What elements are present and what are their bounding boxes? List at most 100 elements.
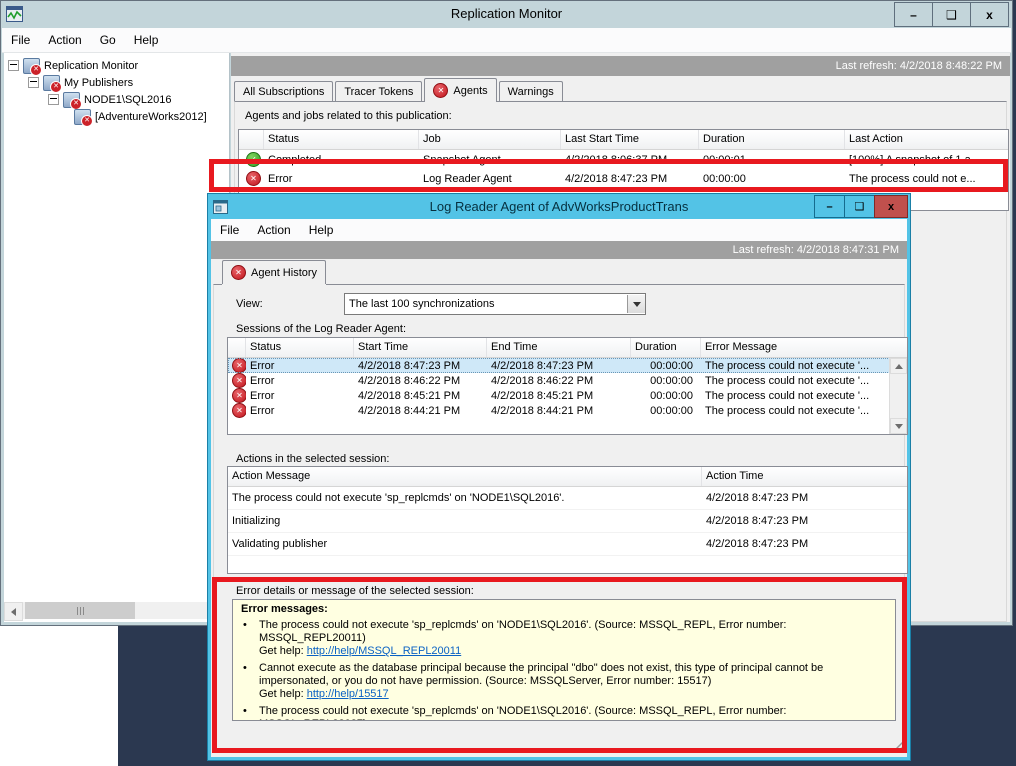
desktop-white-area xyxy=(0,622,118,766)
tree-node-replication-monitor[interactable]: ✕ Replication Monitor xyxy=(4,57,229,74)
column-duration[interactable]: Duration xyxy=(631,338,701,357)
bullet-icon: • xyxy=(241,662,259,701)
tab-agent-history[interactable]: ✕ Agent History xyxy=(222,260,326,284)
action-row[interactable]: Initializing 4/2/2018 8:47:23 PM xyxy=(228,510,907,533)
collapse-icon[interactable] xyxy=(8,60,19,71)
cell-start-time: 4/2/2018 8:44:21 PM xyxy=(354,405,487,417)
menu-file[interactable]: File xyxy=(211,220,248,240)
agent-window-body: ✕ Agent History View: The last 100 synch… xyxy=(211,259,907,757)
cell-status: Error xyxy=(246,390,354,402)
agent-titlebar[interactable]: Log Reader Agent of AdvWorksProductTrans… xyxy=(208,194,910,219)
agents-table-header: Status Job Last Start Time Duration Last… xyxy=(239,130,1008,150)
menu-file[interactable]: File xyxy=(2,30,39,50)
action-row[interactable]: Validating publisher 4/2/2018 8:47:23 PM xyxy=(228,533,907,556)
column-duration[interactable]: Duration xyxy=(699,130,845,149)
menu-action[interactable]: Action xyxy=(39,30,90,50)
cell-duration: 00:00:00 xyxy=(631,360,701,372)
sessions-vertical-scrollbar[interactable] xyxy=(889,358,907,434)
collapse-icon[interactable] xyxy=(28,77,39,88)
cell-status: Error xyxy=(246,360,354,372)
close-icon[interactable]: x xyxy=(970,2,1009,27)
session-row[interactable]: ✕ Error 4/2/2018 8:45:21 PM 4/2/2018 8:4… xyxy=(228,388,890,403)
cell-job: Snapshot Agent xyxy=(419,154,561,166)
agent-last-refresh-text: Last refresh: 4/2/2018 8:47:31 PM xyxy=(733,244,899,256)
close-icon[interactable]: x xyxy=(874,195,908,218)
cell-status: Error xyxy=(264,173,419,185)
error-icon: ✕ xyxy=(232,358,246,373)
menu-help[interactable]: Help xyxy=(125,30,168,50)
tree-node-server[interactable]: ✕ NODE1\SQL2016 xyxy=(4,91,229,108)
cell-end-time: 4/2/2018 8:44:21 PM xyxy=(487,405,631,417)
cell-error-message: The process could not execute '... xyxy=(701,360,890,372)
publishers-node-icon: ✕ xyxy=(43,75,60,91)
cell-last-action: The process could not e... xyxy=(845,173,1008,185)
minimize-icon[interactable]: – xyxy=(894,2,933,27)
main-tabstrip: All Subscriptions Tracer Tokens ✕ Agents… xyxy=(234,80,565,102)
view-dropdown[interactable]: The last 100 synchronizations xyxy=(344,293,646,315)
tab-warnings[interactable]: Warnings xyxy=(499,81,563,102)
cell-last-start: 4/2/2018 8:06:37 PM xyxy=(561,154,699,166)
minimize-icon[interactable]: – xyxy=(814,195,845,218)
menu-action[interactable]: Action xyxy=(248,220,299,240)
tree-node-my-publishers[interactable]: ✕ My Publishers xyxy=(4,74,229,91)
get-help-label: Get help: xyxy=(259,688,307,700)
cell-duration: 00:00:00 xyxy=(631,390,701,402)
error-message-text: The process could not execute 'sp_replcm… xyxy=(259,619,786,644)
column-status[interactable]: Status xyxy=(264,130,419,149)
view-label: View: xyxy=(236,298,263,310)
column-action-time[interactable]: Action Time xyxy=(702,467,907,486)
cell-action-time: 4/2/2018 8:47:23 PM xyxy=(702,492,907,504)
menu-go[interactable]: Go xyxy=(91,30,125,50)
tab-tracer-tokens[interactable]: Tracer Tokens xyxy=(335,81,422,102)
column-last-start-time[interactable]: Last Start Time xyxy=(561,130,699,149)
session-row[interactable]: ✕ Error 4/2/2018 8:47:23 PM 4/2/2018 8:4… xyxy=(228,358,890,373)
session-row[interactable]: ✕ Error 4/2/2018 8:44:21 PM 4/2/2018 8:4… xyxy=(228,403,890,418)
error-details-label: Error details or message of the selected… xyxy=(236,585,474,597)
tab-agents[interactable]: ✕ Agents xyxy=(424,78,496,102)
cell-duration: 00:00:00 xyxy=(631,405,701,417)
cell-action-time: 4/2/2018 8:47:23 PM xyxy=(702,538,907,550)
scroll-left-icon[interactable] xyxy=(4,602,23,621)
resize-grip[interactable] xyxy=(889,739,903,753)
maximize-icon[interactable]: ❑ xyxy=(844,195,875,218)
view-dropdown-value: The last 100 synchronizations xyxy=(345,298,627,310)
column-error-message[interactable]: Error Message xyxy=(701,338,890,357)
session-row[interactable]: ✕ Error 4/2/2018 8:46:22 PM 4/2/2018 8:4… xyxy=(228,373,890,388)
error-message-item: • Cannot execute as the database princip… xyxy=(241,662,887,701)
agents-section-label: Agents and jobs related to this publicat… xyxy=(245,110,452,122)
publication-node-icon: ✕ xyxy=(74,109,91,125)
chevron-down-icon[interactable] xyxy=(627,295,645,313)
column-end-time[interactable]: End Time xyxy=(487,338,631,357)
error-icon: ✕ xyxy=(231,265,246,280)
column-status[interactable]: Status xyxy=(246,338,354,357)
error-messages-heading: Error messages: xyxy=(241,603,887,615)
cell-error-message: The process could not execute '... xyxy=(701,375,890,387)
get-help-label: Get help: xyxy=(259,645,307,657)
error-icon: ✕ xyxy=(246,171,261,186)
cell-last-action: [100%] A snapshot of 1 a... xyxy=(845,154,1008,166)
table-row[interactable]: ✓ Completed Snapshot Agent 4/2/2018 8:06… xyxy=(239,150,1008,169)
collapse-icon[interactable] xyxy=(48,94,59,105)
error-message-item: • The process could not execute 'sp_repl… xyxy=(241,619,887,658)
cell-action-message: Validating publisher xyxy=(228,538,702,550)
menu-help[interactable]: Help xyxy=(300,220,343,240)
maximize-icon[interactable]: ❑ xyxy=(932,2,971,27)
cell-duration: 00:00:00 xyxy=(631,375,701,387)
table-row[interactable]: ✕ Error Log Reader Agent 4/2/2018 8:47:2… xyxy=(239,169,1008,188)
column-action-message[interactable]: Action Message xyxy=(228,467,702,486)
tree-node-publication[interactable]: ✕ [AdventureWorks2012] xyxy=(4,108,229,125)
column-job[interactable]: Job xyxy=(419,130,561,149)
scroll-up-icon[interactable] xyxy=(890,358,907,374)
main-titlebar[interactable]: Replication Monitor – ❑ x xyxy=(1,1,1012,27)
cell-action-message: The process could not execute 'sp_replcm… xyxy=(228,492,702,504)
help-link[interactable]: http://help/MSSQL_REPL20011 xyxy=(307,645,462,657)
agent-tabstrip: ✕ Agent History xyxy=(222,262,328,284)
help-link[interactable]: http://help/15517 xyxy=(307,688,389,700)
scrollbar-thumb[interactable] xyxy=(25,602,135,619)
tree-horizontal-scrollbar[interactable] xyxy=(4,602,214,619)
scroll-down-icon[interactable] xyxy=(890,418,907,434)
tab-all-subscriptions[interactable]: All Subscriptions xyxy=(234,81,333,102)
column-start-time[interactable]: Start Time xyxy=(354,338,487,357)
column-last-action[interactable]: Last Action xyxy=(845,130,1008,149)
action-row[interactable]: The process could not execute 'sp_replcm… xyxy=(228,487,907,510)
